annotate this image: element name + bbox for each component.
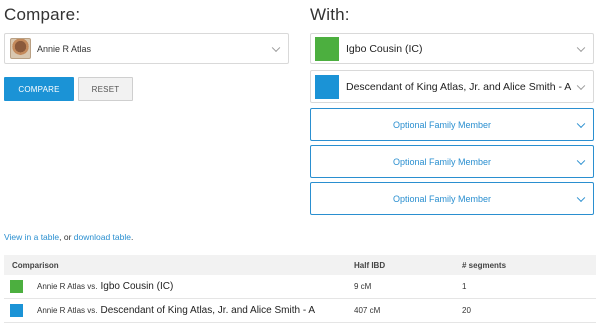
half-ibd-cell: 9 cM <box>354 282 372 291</box>
color-swatch <box>315 74 339 99</box>
table-header: Comparison Half IBD # segments <box>4 255 596 275</box>
avatar <box>10 38 31 59</box>
color-swatch <box>10 304 23 317</box>
header-comparison: Comparison <box>12 260 59 270</box>
compare-heading: Compare: <box>4 5 81 24</box>
with-select-3[interactable]: Optional Family Member <box>310 108 594 141</box>
person-name: Annie R Atlas <box>37 306 86 315</box>
with-select-1[interactable]: Igbo Cousin (IC) <box>310 33 594 64</box>
chevron-down-icon <box>576 43 586 52</box>
with-option-label: Igbo Cousin (IC) <box>346 42 423 55</box>
segments-cell: 20 <box>462 306 471 315</box>
half-ibd-cell: 407 cM <box>354 306 381 315</box>
optional-family-member-label: Optional Family Member <box>392 119 492 130</box>
segments-cell: 1 <box>462 282 467 291</box>
links-end: . <box>130 232 134 242</box>
links-separator: , or <box>59 232 74 242</box>
download-table-link[interactable]: download table <box>74 232 131 242</box>
vs-text: vs. <box>87 306 98 315</box>
person-name: Annie R Atlas <box>37 282 86 291</box>
chevron-down-icon <box>271 43 281 52</box>
relative-name: Descendant of King Atlas, Jr. and Alice … <box>100 305 316 316</box>
table-row: Annie R Atlas vs. Descendant of King Atl… <box>4 299 596 323</box>
vs-text: vs. <box>87 282 98 291</box>
with-select-5[interactable]: Optional Family Member <box>310 182 594 215</box>
relative-name: Igbo Cousin (IC) <box>100 281 174 292</box>
with-option-label: Descendant of King Atlas, Jr. and Alice … <box>346 80 572 93</box>
with-heading: With: <box>310 5 350 24</box>
optional-family-member-label: Optional Family Member <box>392 156 492 167</box>
comparison-cell: Annie R Atlas vs. Descendant of King Atl… <box>4 304 349 317</box>
optional-family-member-label: Optional Family Member <box>392 193 492 204</box>
color-swatch <box>10 280 23 293</box>
compare-person-select[interactable]: Annie R Atlas <box>4 33 289 64</box>
view-links: View in a table, or download table. <box>4 232 133 242</box>
header-segments: # segments <box>462 260 507 270</box>
with-select-4[interactable]: Optional Family Member <box>310 145 594 178</box>
comparison-cell: Annie R Atlas vs. Igbo Cousin (IC) <box>4 280 349 293</box>
compare-button[interactable]: COMPARE <box>4 77 74 101</box>
table-row: Annie R Atlas vs. Igbo Cousin (IC) 9 cM … <box>4 275 596 299</box>
chevron-down-icon <box>576 81 586 90</box>
view-in-table-link[interactable]: View in a table <box>4 232 59 242</box>
header-half-ibd: Half IBD <box>354 260 386 270</box>
comparison-table: Comparison Half IBD # segments Annie R A… <box>4 255 596 323</box>
color-swatch <box>315 36 339 61</box>
with-select-2[interactable]: Descendant of King Atlas, Jr. and Alice … <box>310 70 594 103</box>
selected-person-name: Annie R Atlas <box>37 43 92 54</box>
reset-button[interactable]: RESET <box>78 77 133 101</box>
